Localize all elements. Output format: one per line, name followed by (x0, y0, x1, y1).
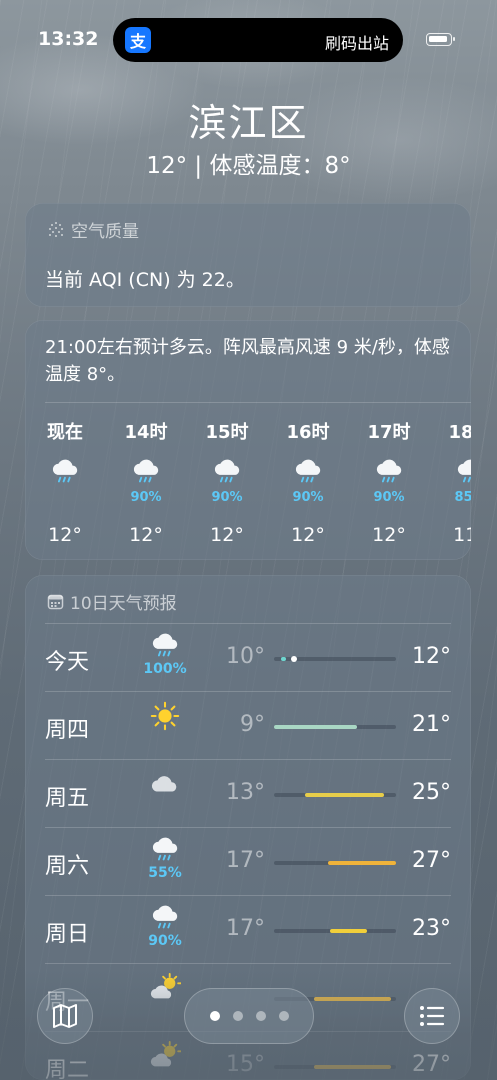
cloud-icon (151, 776, 177, 792)
hour-temperature: 12° (291, 524, 325, 546)
temperature-range-track (274, 861, 396, 865)
hourly-forecast-card[interactable]: 21:00左右预计多云。阵风最高风速 9 米/秒，体感温度 8°。 现在 12°… (25, 320, 471, 560)
day-high-temperature: 12° (412, 644, 451, 669)
hour-temperature: 11° (453, 524, 471, 546)
day-precipitation: 55% (148, 865, 182, 882)
list-icon (420, 1006, 445, 1026)
hour-column: 现在 12° (33, 418, 97, 546)
day-name: 今天 (45, 650, 90, 675)
current-temperature-dot (291, 656, 298, 662)
map-button[interactable] (37, 988, 93, 1044)
day-row[interactable]: 今天 100% 10° 12° (45, 623, 451, 692)
hour-label: 18时 (448, 422, 471, 443)
hour-precipitation: 90% (211, 490, 243, 505)
calendar-icon (47, 594, 64, 610)
day-row[interactable]: 周五 13° 25° (45, 759, 451, 828)
city-list-button[interactable] (404, 988, 460, 1044)
rain-cloud-icon (152, 905, 178, 929)
day-low-temperature: 10° (226, 644, 265, 669)
day-row[interactable]: 周日 90% 17° 23° (45, 895, 451, 964)
city-name: 滨江区 (188, 101, 309, 145)
temperature-range-track (274, 656, 396, 662)
day-low-temperature: 13° (226, 780, 265, 805)
temperature-range-bar (281, 657, 287, 661)
day-high-temperature: 21° (412, 712, 451, 737)
rain-cloud-icon (295, 459, 321, 483)
day-name: 周四 (45, 718, 90, 743)
hour-column: 16时 90% 12° (276, 418, 340, 546)
daily-forecast-title: 10日天气预报 (70, 594, 177, 614)
temperature-range-bar (327, 861, 396, 865)
rain-cloud-icon (52, 459, 78, 483)
aqi-text: 当前 AQI (CN) 为 22。 (45, 269, 245, 291)
status-time: 13:32 (38, 28, 99, 50)
page-dot-active[interactable] (209, 1011, 220, 1021)
rain-cloud-icon (214, 459, 240, 483)
day-high-temperature: 23° (412, 916, 451, 941)
hourly-summary: 21:00左右预计多云。阵风最高风速 9 米/秒，体感温度 8°。 (45, 337, 450, 385)
air-quality-header: 空气质量 (47, 217, 139, 242)
page-dot[interactable] (232, 1011, 243, 1021)
temperature-range-track (274, 929, 396, 933)
hour-column: 17时 90% 12° (357, 418, 421, 546)
day-precipitation: 90% (148, 933, 182, 950)
hour-temperature: 12° (372, 524, 406, 546)
day-name: 周日 (45, 922, 90, 947)
hour-precipitation: 90% (130, 490, 162, 505)
rain-cloud-icon (133, 459, 159, 483)
temperature-range-track (274, 793, 396, 797)
day-name: 周六 (45, 854, 90, 879)
hour-temperature: 12° (210, 524, 244, 546)
day-low-temperature: 17° (226, 916, 265, 941)
daily-forecast-header: 10日天气预报 (47, 589, 177, 614)
temperature-range-bar (304, 793, 384, 797)
day-low-temperature: 9° (240, 712, 265, 737)
rain-cloud-icon (376, 459, 402, 483)
hour-column: 18时 85% 11° (438, 418, 471, 546)
hour-label: 现在 (47, 422, 83, 443)
day-precipitation: 100% (143, 661, 187, 678)
hour-column: 15时 90% 12° (195, 418, 259, 546)
day-high-temperature: 25° (412, 780, 451, 805)
day-row[interactable]: 周六 55% 17° 27° (45, 827, 451, 896)
hour-precipitation: 90% (292, 490, 324, 505)
page-indicator[interactable] (184, 988, 314, 1044)
divider (45, 402, 471, 403)
hour-precipitation (33, 490, 97, 506)
rain-cloud-icon (152, 837, 178, 861)
hour-label: 17时 (367, 422, 411, 443)
temperature-range-bar (330, 929, 367, 933)
rain-cloud-icon (457, 459, 471, 483)
day-high-temperature: 27° (412, 848, 451, 873)
alipay-icon: 支 (125, 27, 151, 53)
map-icon (53, 1004, 77, 1028)
dynamic-island[interactable]: 支 刷码出站 (113, 18, 403, 62)
hour-temperature: 12° (48, 524, 82, 546)
temperature-subtitle: 12° | 体感温度：8° (146, 153, 351, 179)
temperature-range-track (274, 725, 396, 729)
day-name: 周五 (45, 786, 90, 811)
island-text: 刷码出站 (324, 34, 389, 53)
hour-label: 16时 (286, 422, 330, 443)
air-quality-card[interactable]: 空气质量 当前 AQI (CN) 为 22。 (25, 203, 471, 307)
day-row[interactable]: 周四 9° 21° (45, 691, 451, 760)
page-dot[interactable] (278, 1011, 289, 1021)
hour-temperature: 12° (129, 524, 163, 546)
hour-column: 14时 90% 12° (114, 418, 178, 546)
air-quality-icon (49, 221, 63, 237)
battery-icon (426, 33, 455, 46)
hour-precipitation: 85% (454, 490, 471, 505)
temperature-range-bar (274, 725, 357, 729)
hour-precipitation: 90% (373, 490, 405, 505)
hour-label: 15时 (205, 422, 249, 443)
page-dot[interactable] (255, 1011, 266, 1021)
air-quality-title: 空气质量 (71, 222, 139, 242)
sun-icon (150, 701, 180, 731)
day-low-temperature: 17° (226, 848, 265, 873)
hour-label: 14时 (124, 422, 168, 443)
rain-cloud-icon (152, 633, 178, 657)
